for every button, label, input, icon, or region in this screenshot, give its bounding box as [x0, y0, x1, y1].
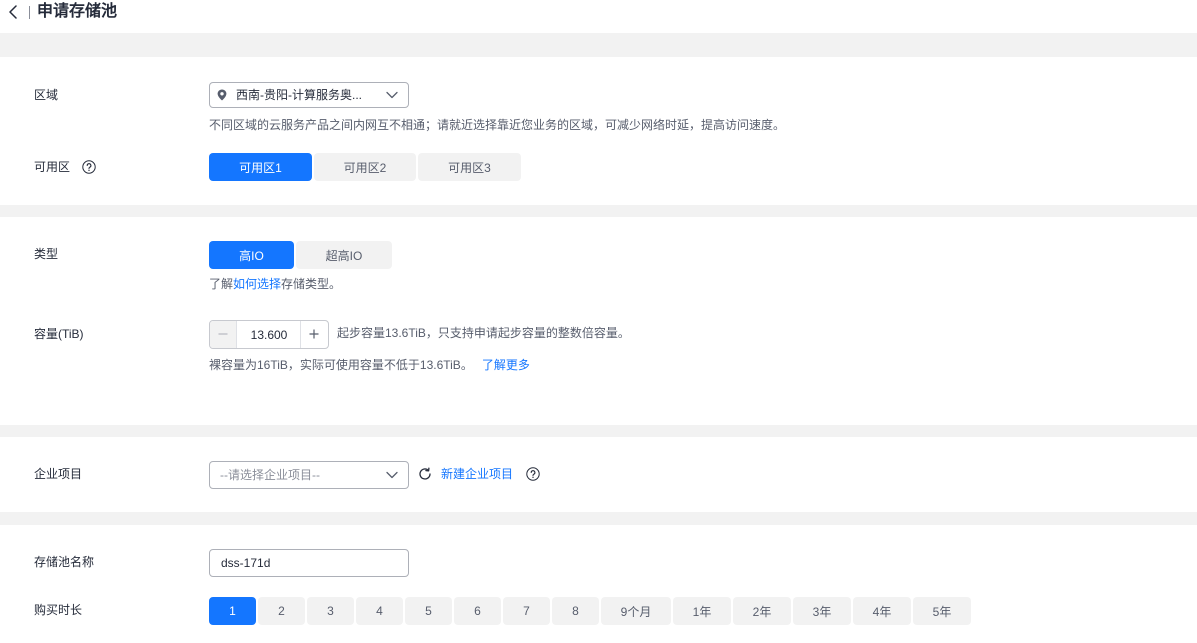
az-label: 可用区: [34, 160, 71, 174]
increment-button[interactable]: [300, 321, 328, 348]
duration-options: 1 2 3 4 5 6 7 8 9个月 1年 2年 3年 4年 5年: [209, 597, 971, 625]
duration-option[interactable]: 1年: [673, 597, 731, 625]
help-icon[interactable]: [526, 467, 540, 481]
page-title: 申请存储池: [37, 3, 118, 20]
duration-option[interactable]: 6: [454, 597, 501, 625]
enterprise-project-placeholder: --请选择企业项目--: [220, 468, 320, 482]
capacity-note: 起步容量13.6TiB，只支持申请起步容量的整数倍容量。: [337, 326, 630, 340]
decrement-button[interactable]: [210, 321, 237, 348]
region-hint: 不同区域的云服务产品之间内网互不相通；请就近选择靠近您业务的区域，可减少网络时延…: [209, 118, 786, 132]
region-label: 区域: [34, 88, 59, 102]
az-option-3[interactable]: 可用区3: [418, 153, 521, 181]
az-option-2[interactable]: 可用区2: [314, 153, 416, 181]
storage-section: 类型 高IO 超高IO 了解如何选择存储类型。 容量(TiB) 起步容量13.6…: [0, 217, 1197, 425]
type-option-ultra-high-io[interactable]: 超高IO: [296, 241, 392, 269]
location-pin-icon: [217, 89, 227, 101]
minus-icon: [218, 329, 228, 339]
duration-option[interactable]: 4: [356, 597, 403, 625]
duration-option[interactable]: 4年: [853, 597, 911, 625]
duration-option[interactable]: 8: [552, 597, 599, 625]
region-select[interactable]: 西南-贵阳-计算服务奥...: [209, 82, 409, 108]
duration-option[interactable]: 3年: [793, 597, 851, 625]
type-learn-text: 了解如何选择存储类型。: [209, 276, 341, 292]
duration-option[interactable]: 2: [258, 597, 305, 625]
raw-capacity-text: 裸容量为16TiB，实际可使用容量不低于13.6TiB。: [209, 358, 473, 372]
capacity-input[interactable]: [237, 321, 301, 348]
enterprise-project-section: 企业项目 --请选择企业项目-- 新建企业项目: [0, 437, 1197, 512]
az-options: 可用区1 可用区2 可用区3: [209, 153, 521, 181]
type-option-high-io[interactable]: 高IO: [209, 241, 294, 269]
region-select-value: 西南-贵阳-计算服务奥...: [236, 88, 362, 102]
duration-option[interactable]: 7: [503, 597, 550, 625]
duration-label: 购买时长: [34, 603, 83, 617]
chevron-down-icon: [386, 471, 398, 479]
duration-option[interactable]: 3: [307, 597, 354, 625]
create-enterprise-project-link[interactable]: 新建企业项目: [441, 466, 513, 482]
capacity-label: 容量(TiB): [34, 327, 84, 341]
header-divider: [29, 6, 30, 19]
page-header: 申请存储池: [0, 0, 1197, 33]
type-options: 高IO 超高IO: [209, 241, 392, 269]
capacity-stepper: [209, 320, 329, 349]
plus-icon: [309, 329, 319, 339]
pool-name-label: 存储池名称: [34, 555, 95, 569]
help-icon[interactable]: [82, 160, 96, 174]
chevron-left-icon[interactable]: [8, 5, 18, 19]
refresh-icon[interactable]: [418, 467, 432, 481]
how-to-choose-link[interactable]: 如何选择: [233, 277, 281, 291]
pool-name-input[interactable]: [209, 549, 409, 577]
purchase-section: 存储池名称 购买时长 1 2 3 4 5 6 7 8 9个月 1年 2年 3年 …: [0, 525, 1197, 643]
region-section: 区域 西南-贵阳-计算服务奥... 不同区域的云服务产品之间内网互不相通；请就近…: [0, 57, 1197, 205]
duration-option[interactable]: 5年: [913, 597, 971, 625]
az-option-1[interactable]: 可用区1: [209, 153, 312, 181]
duration-option[interactable]: 9个月: [601, 597, 671, 625]
chevron-down-icon: [386, 91, 398, 99]
duration-option[interactable]: 1: [209, 597, 256, 625]
enterprise-project-label: 企业项目: [34, 467, 83, 481]
enterprise-project-select[interactable]: --请选择企业项目--: [209, 461, 409, 489]
duration-option[interactable]: 5: [405, 597, 452, 625]
duration-option[interactable]: 2年: [733, 597, 791, 625]
type-label: 类型: [34, 247, 59, 261]
learn-more-link[interactable]: 了解更多: [482, 358, 530, 372]
type-learn-suffix: 存储类型。: [281, 277, 342, 291]
type-learn-prefix: 了解: [209, 277, 234, 291]
raw-capacity-note: 裸容量为16TiB，实际可使用容量不低于13.6TiB。 了解更多: [209, 357, 530, 373]
